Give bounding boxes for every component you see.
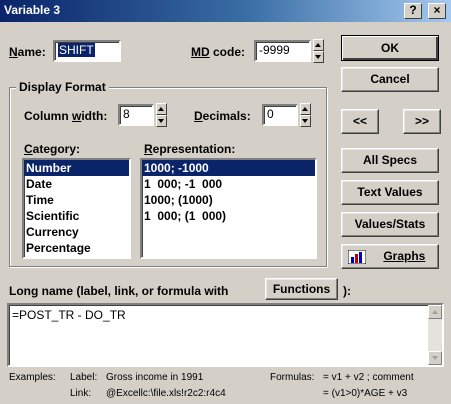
functions-button[interactable]: Functions (265, 278, 338, 300)
window-title: Variable 3 (4, 3, 61, 17)
spin-down-icon[interactable] (156, 115, 167, 127)
representation-item[interactable]: 1000; -1000 (142, 160, 315, 176)
category-item-date[interactable]: Date (24, 176, 129, 192)
category-item-scientific[interactable]: Scientific (24, 208, 129, 224)
examples-formula-1: = v1 + v2 ; comment (323, 372, 414, 383)
spin-up-icon[interactable] (300, 103, 311, 115)
category-label: Category: (24, 142, 81, 156)
all-specs-button[interactable]: All Specs (341, 148, 439, 173)
column-width-spinner[interactable] (156, 103, 167, 127)
text-values-button[interactable]: Text Values (341, 180, 439, 205)
bar-chart-icon (347, 249, 367, 265)
md-code-input[interactable]: -9999 (254, 40, 311, 62)
examples-link-key: Link: (70, 388, 92, 399)
long-name-value: =POST_TR - DO_TR (12, 308, 126, 322)
graphs-button[interactable]: Graphs (341, 244, 439, 269)
long-name-label: Long name (label, link, or formula with (9, 284, 229, 298)
spin-down-icon[interactable] (313, 51, 324, 63)
previous-button[interactable]: << (341, 109, 379, 134)
decimals-label: Decimals: (194, 109, 251, 123)
name-input[interactable]: SHIFT (53, 40, 121, 62)
examples-link-value: @Excellc:\file.xls!r2c2:r4c4 (106, 388, 226, 399)
name-label: Name: (9, 45, 46, 59)
scroll-down-icon[interactable] (428, 351, 442, 365)
examples-title: Examples: (9, 372, 56, 383)
representation-item[interactable]: 1 000; (1 000) (142, 208, 315, 224)
category-item-percentage[interactable]: Percentage (24, 240, 129, 256)
title-bar: Variable 3 ? × (0, 0, 451, 22)
help-button[interactable]: ? (404, 3, 422, 19)
spin-up-icon[interactable] (156, 103, 167, 115)
representation-list[interactable]: 1000; -1000 1 000; -1 000 1000; (1000) 1… (140, 158, 317, 259)
spin-up-icon[interactable] (313, 39, 324, 51)
category-list[interactable]: Number Date Time Scientific Currency Per… (22, 158, 131, 259)
column-width-label: Column width: (24, 109, 108, 123)
category-item-time[interactable]: Time (24, 192, 129, 208)
scroll-up-icon[interactable] (428, 305, 442, 319)
representation-item[interactable]: 1 000; -1 000 (142, 176, 315, 192)
close-button[interactable]: × (428, 3, 446, 19)
category-item-currency[interactable]: Currency (24, 224, 129, 240)
long-name-label-end: ): (343, 284, 351, 298)
examples-label-key: Label: (70, 372, 98, 383)
column-width-input[interactable]: 8 (118, 104, 154, 126)
cancel-button[interactable]: Cancel (341, 67, 439, 92)
md-code-label: MD code: (191, 45, 246, 59)
decimals-spinner[interactable] (300, 103, 311, 127)
graphs-label: Graphs (383, 249, 426, 263)
md-code-spinner[interactable] (313, 39, 324, 63)
name-value: SHIFT (58, 43, 95, 57)
examples-label-value: Gross income in 1991 (106, 372, 204, 383)
display-format-title: Display Format (16, 80, 109, 94)
ok-button[interactable]: OK (341, 35, 439, 61)
spin-down-icon[interactable] (300, 115, 311, 127)
representation-label: Representation: (144, 142, 236, 156)
representation-item[interactable]: 1000; (1000) (142, 192, 315, 208)
next-button[interactable]: >> (403, 109, 441, 134)
examples-formula-2: = (v1>0)*AGE + v3 (323, 388, 408, 399)
category-item-number[interactable]: Number (24, 160, 129, 176)
decimals-input[interactable]: 0 (262, 104, 298, 126)
values-stats-button[interactable]: Values/Stats (341, 212, 439, 237)
examples-formulas-key: Formulas: (270, 372, 315, 383)
long-name-scrollbar[interactable] (428, 305, 442, 365)
long-name-textarea[interactable]: =POST_TR - DO_TR (7, 303, 444, 367)
